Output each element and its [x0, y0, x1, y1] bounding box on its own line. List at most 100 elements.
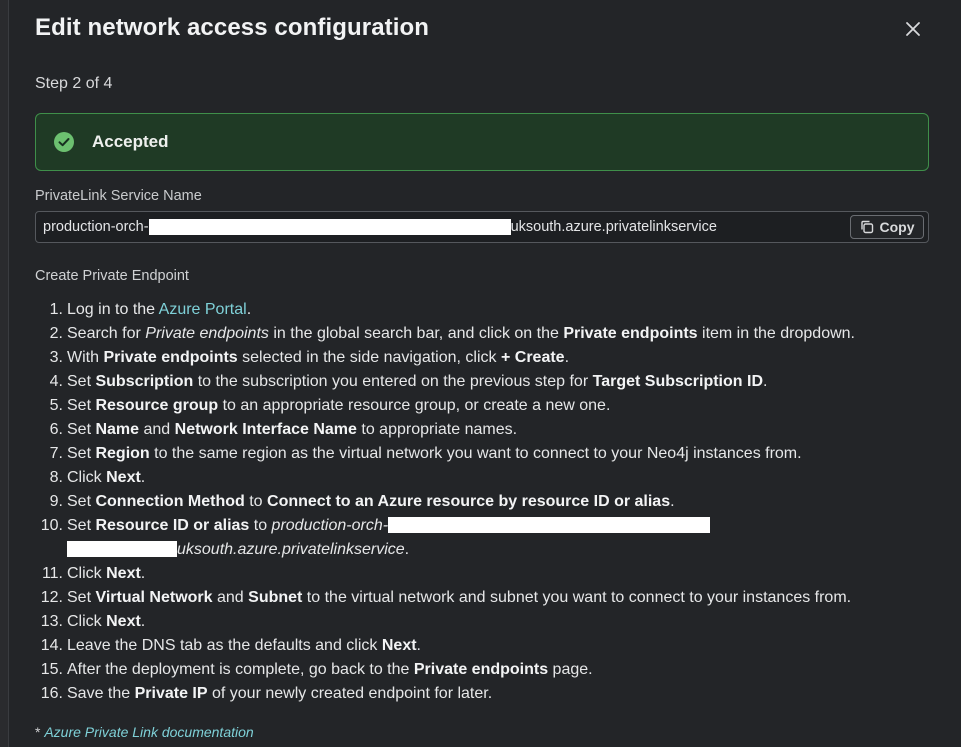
step-text: Click	[67, 565, 107, 582]
check-circle-icon	[54, 132, 74, 152]
step-text: item in the dropdown.	[697, 325, 855, 342]
step-number: 8.	[49, 469, 63, 486]
step-number: 9.	[49, 493, 63, 510]
step-number: 13.	[40, 613, 63, 630]
step-text: Set	[67, 445, 96, 462]
step-text: .	[140, 613, 146, 630]
step-bold-text: Virtual Network	[95, 589, 213, 606]
step-bold-text: + Create	[500, 349, 565, 366]
service-name-value[interactable]: production-orch-uksouth.azure.privatelin…	[43, 219, 717, 235]
copy-button[interactable]: Copy	[850, 215, 924, 239]
step-bold-text: Resource ID or alias	[95, 517, 250, 534]
step-bold-text: Region	[95, 445, 150, 462]
step-item: 2. Search for Private endpoints in the gl…	[35, 322, 935, 346]
step-bold-text: Subscription	[95, 373, 194, 390]
step-italic-text: production-orch-	[271, 517, 389, 534]
step-text: Search for	[67, 325, 146, 342]
create-endpoint-heading: Create Private Endpoint	[35, 268, 189, 284]
copy-label: Copy	[879, 219, 915, 235]
step-item: 16. Save the Private IP of your newly cre…	[35, 682, 935, 706]
step-text: of your newly created endpoint for later…	[207, 685, 493, 702]
step-bold-text: Private endpoints	[563, 325, 698, 342]
step-text: Set	[67, 397, 96, 414]
step-text: and	[139, 421, 175, 438]
step-text: .	[140, 565, 146, 582]
step-item: 8. Click Next.	[35, 466, 935, 490]
step-text: Set	[67, 589, 96, 606]
footnote: * Azure Private Link documentation	[35, 724, 254, 740]
service-name-label: PrivateLink Service Name	[35, 188, 202, 204]
step-number: 15.	[40, 661, 63, 678]
step-number: 3.	[49, 349, 63, 366]
step-text: .	[670, 493, 675, 510]
service-name-suffix: uksouth.azure.privatelinkservice	[510, 219, 717, 235]
step-text: Log in to the	[67, 301, 159, 318]
step-bold-text: Next	[381, 637, 417, 654]
service-name-prefix: production-orch-	[43, 219, 149, 235]
step-bold-text: Subnet	[248, 589, 303, 606]
step-item: 13. Click Next.	[35, 610, 935, 634]
step-item: 15. After the deployment is complete, go …	[35, 658, 935, 682]
step-item: 6. Set Name and Network Interface Name to…	[35, 418, 935, 442]
step-text: Save the	[67, 685, 135, 702]
step-text: to	[244, 493, 268, 510]
azure-portal-link[interactable]: Azure Portal	[159, 301, 247, 318]
step-text: .	[140, 469, 146, 486]
step-text: Set	[67, 373, 96, 390]
step-bold-text: Connect to an Azure resource by resource…	[267, 493, 671, 510]
step-text: and	[212, 589, 249, 606]
step-item: 10. Set Resource ID or alias to productio…	[35, 514, 935, 562]
step-item: 1. Log in to the Azure Portal.	[35, 298, 935, 322]
step-number: 1.	[49, 301, 63, 318]
dialog-title: Edit network access configuration	[35, 14, 430, 41]
step-item: 3. With Private endpoints selected in the…	[35, 346, 935, 370]
step-item: 9. Set Connection Method to Connect to an…	[35, 490, 935, 514]
step-bold-text: Private endpoints	[103, 349, 238, 366]
step-number: 7.	[49, 445, 63, 462]
step-text: .	[564, 349, 570, 366]
redacted-block	[148, 219, 511, 235]
step-bold-text: Next	[106, 613, 141, 630]
step-bold-text: Next	[106, 565, 141, 582]
step-text: .	[404, 541, 410, 558]
step-item: 12. Set Virtual Network and Subnet to the…	[35, 586, 935, 610]
step-item: 14. Leave the DNS tab as the defaults and…	[35, 634, 935, 658]
redacted-block	[67, 541, 177, 557]
step-text: Set	[67, 421, 96, 438]
step-text: to an appropriate resource group, or cre…	[218, 397, 611, 414]
edit-network-dialog: Edit network access configuration Step 2…	[8, 0, 961, 747]
step-bold-text: Target Subscription ID	[592, 373, 763, 390]
step-bold-text: Resource group	[95, 397, 219, 414]
step-number: 11.	[41, 565, 63, 582]
footnote-marker: *	[35, 724, 45, 740]
step-number: 10.	[40, 517, 63, 534]
step-text: Click	[67, 469, 107, 486]
step-number: 6.	[49, 421, 63, 438]
step-text: .	[416, 637, 421, 654]
step-text: Click	[67, 613, 107, 630]
step-text: .	[246, 301, 252, 318]
step-item: 4. Set Subscription to the subscription y…	[35, 370, 935, 394]
step-bold-text: Private IP	[134, 685, 208, 702]
copy-icon	[860, 220, 873, 234]
private-link-docs-link[interactable]: Azure Private Link documentation	[44, 724, 253, 740]
step-number: 2.	[49, 325, 63, 342]
step-bold-text: Network Interface Name	[174, 421, 357, 438]
service-name-field[interactable]: production-orch-uksouth.azure.privatelin…	[35, 211, 929, 243]
step-text: selected in the side navigation, click	[237, 349, 501, 366]
step-text: page.	[548, 661, 593, 678]
status-banner: Accepted	[35, 113, 929, 171]
step-item: 7. Set Region to the same region as the v…	[35, 442, 935, 466]
step-text: to the virtual network and subnet you wa…	[302, 589, 852, 606]
step-number: 12.	[40, 589, 63, 606]
close-icon[interactable]	[902, 18, 924, 40]
step-text: .	[763, 373, 768, 390]
step-text: Leave the DNS tab as the defaults and cl…	[67, 637, 382, 654]
step-italic-text: Private endpoints	[145, 325, 269, 342]
step-text: Set	[67, 493, 96, 510]
status-text: Accepted	[92, 132, 169, 151]
step-number: 5.	[49, 397, 63, 414]
step-bold-text: Connection Method	[95, 493, 245, 510]
step-number: 16.	[40, 685, 63, 702]
step-italic-text: uksouth.azure.privatelinkservice	[177, 541, 405, 558]
